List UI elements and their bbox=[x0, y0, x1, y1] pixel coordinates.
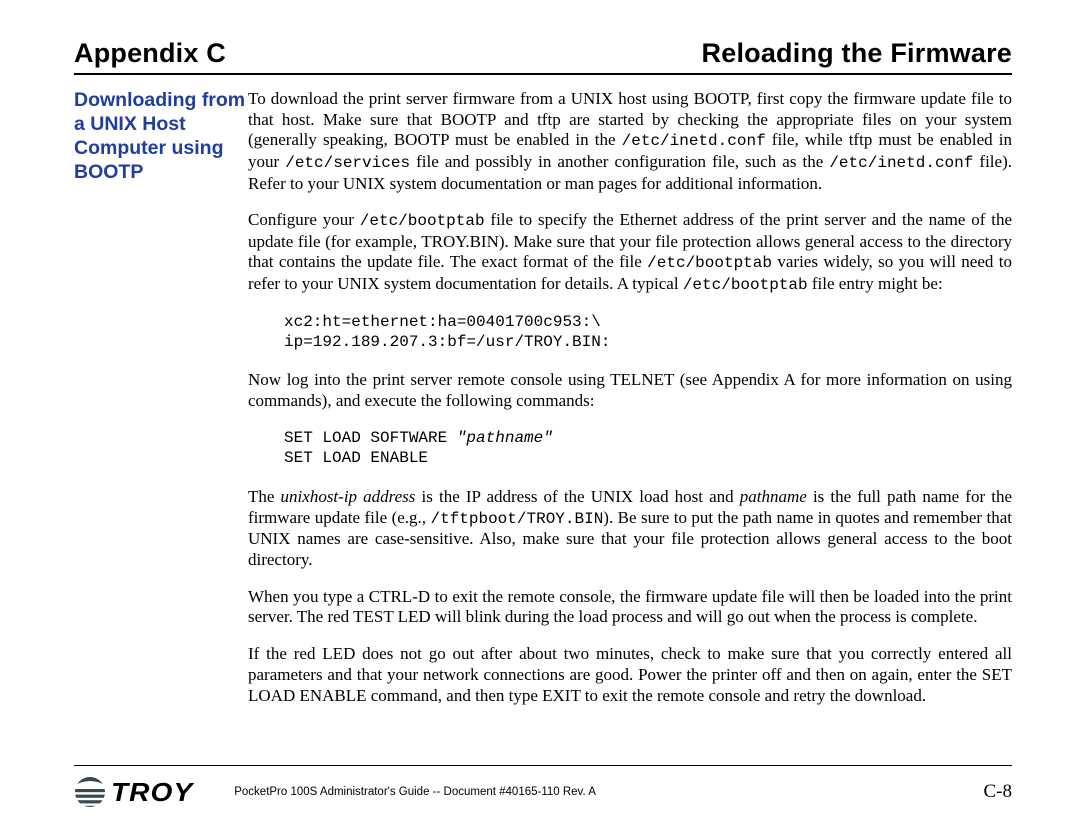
header-left: Appendix C bbox=[74, 38, 226, 69]
text: file and possibly in another configurati… bbox=[410, 152, 829, 171]
para-5: When you type a CTRL-D to exit the remot… bbox=[248, 587, 1012, 628]
inline-code: /etc/inetd.conf bbox=[622, 132, 766, 150]
document-page: Appendix C Reloading the Firmware Downlo… bbox=[0, 0, 1080, 834]
para-2: Configure your /etc/bootptab file to spe… bbox=[248, 210, 1012, 295]
header-right: Reloading the Firmware bbox=[702, 38, 1012, 69]
para-6: If the red LED does not go out after abo… bbox=[248, 644, 1012, 706]
code-italic: "pathname" bbox=[457, 429, 553, 447]
inline-italic: unixhost-ip address bbox=[281, 487, 416, 506]
text: is the IP address of the UNIX load host … bbox=[415, 487, 739, 506]
inline-code: /etc/bootptab bbox=[360, 212, 485, 230]
footer-row: TROY PocketPro 100S Administrator's Guid… bbox=[74, 776, 1012, 808]
inline-code: /etc/inetd.conf bbox=[829, 154, 973, 172]
footer-rule bbox=[74, 765, 1012, 766]
para-1: To download the print server firmware fr… bbox=[248, 89, 1012, 194]
footer-doc-info: PocketPro 100S Administrator's Guide -- … bbox=[234, 786, 983, 798]
text: The bbox=[248, 487, 281, 506]
brand-logo: TROY bbox=[74, 776, 190, 808]
inline-italic: pathname bbox=[740, 487, 807, 506]
section-heading: Downloading from a UNIX Host Computer us… bbox=[74, 89, 248, 722]
inline-code: /etc/services bbox=[285, 154, 410, 172]
para-3: Now log into the print server remote con… bbox=[248, 370, 1012, 411]
page-number: C-8 bbox=[984, 781, 1013, 803]
text: file entry might be: bbox=[808, 274, 943, 293]
header-rule bbox=[74, 73, 1012, 75]
inline-code: /etc/bootptab bbox=[683, 276, 808, 294]
code-block-1: xc2:ht=ethernet:ha=00401700c953:\ ip=192… bbox=[284, 312, 1012, 353]
code-text: SET LOAD ENABLE bbox=[284, 449, 428, 467]
main-content: To download the print server firmware fr… bbox=[248, 89, 1012, 722]
code-block-2: SET LOAD SOFTWARE "pathname" SET LOAD EN… bbox=[284, 428, 1012, 469]
text: Configure your bbox=[248, 210, 360, 229]
code-text: SET LOAD SOFTWARE bbox=[284, 429, 457, 447]
inline-code: /etc/bootptab bbox=[647, 254, 772, 272]
page-header: Appendix C Reloading the Firmware bbox=[74, 38, 1012, 69]
page-body: Downloading from a UNIX Host Computer us… bbox=[74, 89, 1012, 722]
page-footer: TROY PocketPro 100S Administrator's Guid… bbox=[74, 765, 1012, 808]
globe-stripes-icon bbox=[74, 776, 106, 808]
para-4: The unixhost-ip address is the IP addres… bbox=[248, 487, 1012, 571]
inline-code: /tftpboot/TROY.BIN bbox=[430, 510, 603, 528]
brand-wordmark: TROY bbox=[111, 777, 193, 808]
